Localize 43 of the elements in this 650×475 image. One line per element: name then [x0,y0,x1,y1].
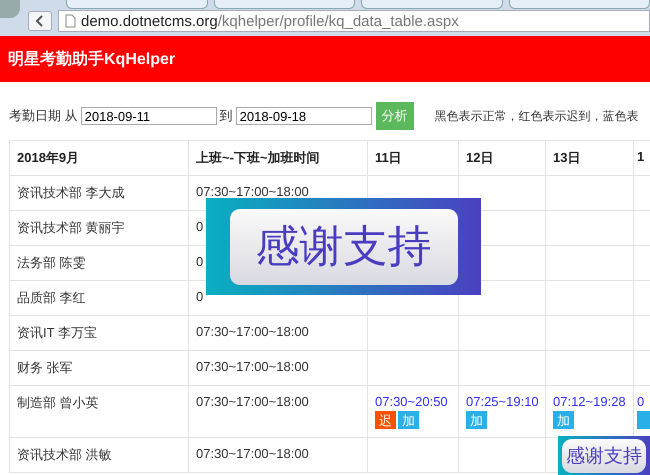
back-button[interactable] [28,11,52,31]
punch-time: 07:30~20:50 [375,394,449,409]
table-cell: 07:30~17:00~18:00 [188,386,368,438]
end-date-field[interactable]: 2018-09-18 [236,107,372,125]
thanks-banner[interactable]: 感谢支持 [206,198,481,295]
table-cell: 资讯技术部 李大成 [10,176,188,210]
late-badge: 迟 [375,411,396,429]
overtime-badge: 加 [553,411,574,429]
table-cell: 财务 张军 [10,350,188,386]
punch-time: 0 [637,394,646,409]
browser-tab[interactable] [508,0,650,9]
overtime-badge: 加 [466,411,487,429]
column-header: 上班~-下班~加班时间 [188,140,368,176]
browser-tab[interactable] [214,0,356,9]
url-text: demo.dotnetcms.org/kqhelper/profile/kq_data_table.aspx [81,12,459,30]
table-cell: 07:30~17:00~18:00 [188,438,368,472]
date-label: 考勤日期 从 [9,107,78,125]
table-cell: 法务部 陈雯 [10,246,188,280]
table-cell: 07:30~17:00~18:00 [188,350,368,386]
column-header: 11日 [368,140,458,176]
start-date-field[interactable]: 2018-09-11 [80,107,217,125]
table-cell: 品质部 李红 [10,280,188,316]
legend-text: 黑色表示正常，红色表示迟到，蓝色表 [434,108,639,124]
table-cell: 制造部 曾小英 [10,386,188,438]
column-header: 1 [634,140,650,176]
column-header: 12日 [458,140,546,176]
to-label: 到 [220,107,233,125]
punch-time: 07:25~19:10 [466,394,538,409]
table-cell: 资讯技术部 黄丽宇 [10,210,188,246]
site-title: 明星考勤助手KqHelper [7,49,176,70]
browser-tab[interactable] [66,0,208,9]
column-header: 2018年9月 [10,140,188,176]
address-bar[interactable]: demo.dotnetcms.org/kqhelper/profile/kq_data_table.aspx [58,10,650,32]
table-cell: 07:30~17:00~18:00 [188,316,368,350]
page-icon [65,14,76,28]
table-cell: 资讯IT 李万宝 [10,316,188,350]
column-header: 13日 [546,140,634,176]
overtime-badge: 加 [398,411,419,429]
thanks-banner[interactable]: 感谢支持 [558,436,650,475]
browser-tab[interactable] [361,0,503,9]
punch-time: 07:12~19:28 [553,394,626,409]
chevron-icon [35,15,45,27]
table-cell: 资讯技术部 洪敏 [10,438,188,472]
